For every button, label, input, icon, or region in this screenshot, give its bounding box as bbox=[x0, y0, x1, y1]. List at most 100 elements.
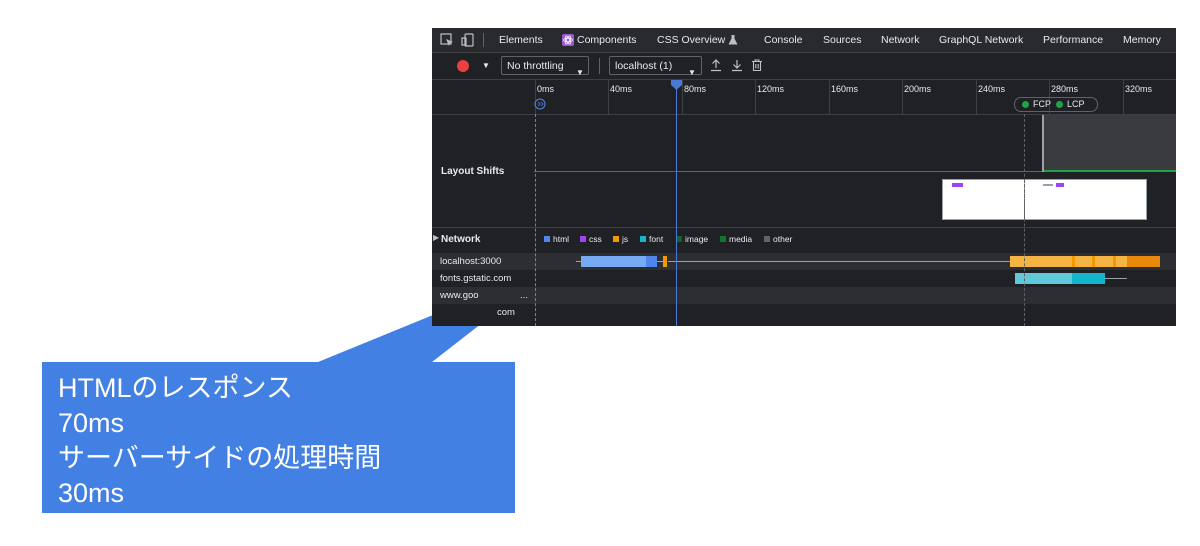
network-row-fonts[interactable]: fonts.gstatic.com bbox=[432, 270, 1176, 287]
request-bar-js bbox=[663, 256, 667, 267]
thumbnail-element bbox=[1056, 183, 1064, 187]
devtools-tab-bar: Elements Components CSS Overview Console… bbox=[432, 28, 1176, 53]
throttling-select[interactable]: No throttling ▼ bbox=[501, 56, 589, 77]
tab-memory[interactable]: Memory bbox=[1123, 28, 1161, 52]
legend-js: js bbox=[613, 234, 628, 244]
request-whisker bbox=[668, 261, 1010, 262]
target-select[interactable]: localhost (1) ▼ bbox=[609, 56, 702, 77]
request-bar-js bbox=[1113, 256, 1116, 267]
tick-line bbox=[829, 80, 830, 114]
tab-console[interactable]: Console bbox=[764, 28, 803, 52]
request-bar-html bbox=[581, 256, 646, 267]
record-button[interactable] bbox=[457, 60, 469, 72]
legend-swatch bbox=[613, 236, 619, 242]
frames-baseline bbox=[534, 171, 1044, 172]
fcp-lcp-marker[interactable]: FCP LCP bbox=[1014, 97, 1098, 112]
performance-toolbar: ▼ No throttling ▼ localhost (1) ▼ bbox=[432, 53, 1176, 80]
request-bar-js bbox=[1127, 256, 1160, 267]
frame-block bbox=[1042, 115, 1176, 172]
request-bar-js bbox=[1072, 256, 1075, 267]
legend-label: other bbox=[773, 234, 793, 244]
react-components-icon bbox=[562, 34, 574, 46]
callout-line: 30ms bbox=[58, 478, 125, 508]
network-row-host: fonts.gstatic.com bbox=[440, 273, 512, 284]
legend-swatch bbox=[764, 236, 770, 242]
callout-annotation: HTMLのレスポンス 70ms サーバーサイドの処理時間 30ms bbox=[58, 371, 508, 511]
navigation-start-icon bbox=[534, 98, 546, 110]
playhead-marker-icon[interactable] bbox=[671, 80, 682, 90]
network-row-host-ellipsis: ... bbox=[520, 290, 528, 301]
record-options-chevron-down-icon[interactable]: ▼ bbox=[482, 61, 490, 70]
fcp-dot bbox=[1022, 101, 1029, 108]
legend-label: media bbox=[729, 234, 753, 244]
download-icon[interactable] bbox=[730, 58, 744, 72]
thumbnail-element bbox=[1043, 184, 1053, 186]
tab-components[interactable]: Components bbox=[577, 28, 637, 52]
lcp-dot bbox=[1056, 101, 1063, 108]
fcp-label: FCP bbox=[1033, 99, 1051, 109]
request-bar-font bbox=[1072, 273, 1105, 284]
toolbar-divider bbox=[599, 58, 600, 74]
tick-label: 120ms bbox=[757, 84, 785, 94]
playhead-line bbox=[676, 88, 677, 326]
network-row-localhost[interactable]: localhost:3000 bbox=[432, 253, 1176, 270]
devtools-panel: Elements Components CSS Overview Console… bbox=[432, 28, 1176, 326]
legend-label: html bbox=[553, 234, 570, 244]
tick-label: 280ms bbox=[1051, 84, 1079, 94]
legend-font: font bbox=[640, 234, 663, 244]
tick-line bbox=[682, 80, 683, 114]
network-row-host: www.goo bbox=[440, 290, 479, 301]
device-toggle-icon[interactable] bbox=[461, 33, 475, 47]
legend-css: css bbox=[580, 234, 602, 244]
tick-line bbox=[1123, 80, 1124, 114]
network-row-host: com bbox=[497, 307, 515, 318]
upload-icon[interactable] bbox=[709, 58, 723, 72]
layout-shifts-label: Layout Shifts bbox=[441, 166, 505, 177]
network-row-other[interactable]: com bbox=[432, 304, 1176, 321]
tick-label: 320ms bbox=[1125, 84, 1153, 94]
legend-other: other bbox=[764, 234, 792, 244]
network-row-google[interactable]: www.goo ... bbox=[432, 287, 1176, 304]
tab-performance[interactable]: Performance bbox=[1043, 28, 1103, 52]
tick-label: 240ms bbox=[978, 84, 1006, 94]
tick-label: 160ms bbox=[831, 84, 859, 94]
throttling-select-value: No throttling bbox=[507, 60, 564, 72]
tick-label: 80ms bbox=[684, 84, 707, 94]
tick-label: 200ms bbox=[904, 84, 932, 94]
tick-line bbox=[755, 80, 756, 114]
legend-html: html bbox=[544, 234, 569, 244]
legend-image: image bbox=[676, 234, 708, 244]
legend-label: image bbox=[685, 234, 709, 244]
legend-swatch bbox=[544, 236, 550, 242]
tab-elements[interactable]: Elements bbox=[499, 28, 543, 52]
screenshot-thumbnail[interactable] bbox=[942, 179, 1147, 220]
legend-label: font bbox=[649, 234, 664, 244]
callout-line: サーバーサイドの処理時間 bbox=[58, 443, 382, 473]
frame-green-line bbox=[1044, 170, 1176, 172]
tick-label: 40ms bbox=[610, 84, 633, 94]
legend-label: css bbox=[589, 234, 602, 244]
tick-line bbox=[976, 80, 977, 114]
legend-swatch bbox=[580, 236, 586, 242]
tick-line bbox=[902, 80, 903, 114]
tab-graphql-network[interactable]: GraphQL Network bbox=[939, 28, 1023, 52]
request-bar-js bbox=[1092, 256, 1095, 267]
fcp-line bbox=[1024, 114, 1025, 326]
lcp-label: LCP bbox=[1067, 99, 1085, 109]
navigation-start-line bbox=[535, 114, 536, 326]
tab-css-overview[interactable]: CSS Overview bbox=[657, 28, 725, 52]
network-track-label[interactable]: Network bbox=[441, 234, 480, 245]
network-row-host: localhost:3000 bbox=[440, 256, 502, 267]
target-select-value: localhost (1) bbox=[615, 60, 673, 72]
layout-shifts-track: Layout Shifts bbox=[432, 115, 1176, 228]
tick-label: 0ms bbox=[537, 84, 555, 94]
tab-network[interactable]: Network bbox=[881, 28, 920, 52]
trash-icon[interactable] bbox=[750, 58, 764, 72]
legend-label: js bbox=[622, 234, 629, 244]
frame-divider bbox=[1042, 115, 1044, 172]
request-whisker bbox=[1105, 278, 1127, 279]
expand-triangle-icon[interactable]: ▶ bbox=[433, 233, 439, 242]
tab-sources[interactable]: Sources bbox=[823, 28, 862, 52]
inspect-element-icon[interactable] bbox=[440, 33, 454, 47]
legend-swatch bbox=[640, 236, 646, 242]
